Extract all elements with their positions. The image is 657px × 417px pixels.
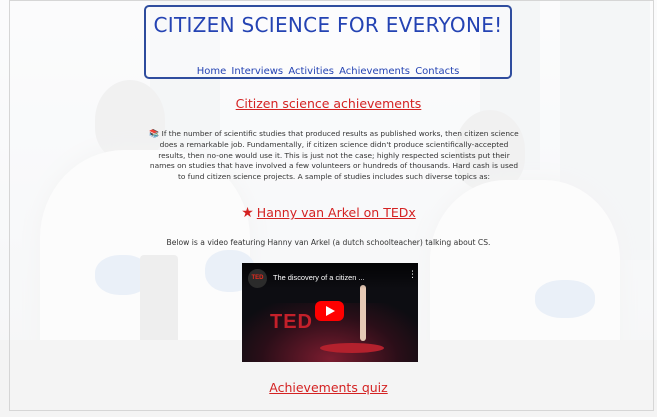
- video-caption: Below is a video featuring Hanny van Ark…: [166, 238, 491, 247]
- intro-text: If the number of scientific studies that…: [149, 129, 519, 182]
- more-options-icon[interactable]: ⋮: [408, 271, 417, 280]
- nav-contacts[interactable]: Contacts: [415, 66, 459, 77]
- ted-stage-sign: TED: [270, 311, 313, 333]
- video-title[interactable]: The discovery of a citizen ...: [273, 273, 365, 282]
- play-button-icon[interactable]: [315, 301, 344, 321]
- ted-heading[interactable]: ★ Hanny van Arkel on TEDx: [0, 205, 657, 221]
- speaker-figure: [360, 285, 366, 341]
- main-nav: Home Interviews Activities Achievements …: [146, 66, 510, 77]
- quiz-heading[interactable]: Achievements quiz: [0, 380, 657, 395]
- nav-interviews[interactable]: Interviews: [231, 66, 283, 77]
- intro-paragraph: 📚 If the number of scientific studies th…: [148, 129, 520, 183]
- video-player[interactable]: TED TED The discovery of a citizen ... ⋮: [242, 263, 418, 362]
- nav-achievements[interactable]: Achievements: [339, 66, 410, 77]
- site-title: CITIZEN SCIENCE FOR EVERYONE!: [153, 13, 503, 37]
- star-icon: ★: [241, 205, 254, 221]
- stage-circle: [320, 343, 384, 353]
- nav-home[interactable]: Home: [197, 66, 227, 77]
- books-icon: 📚: [149, 129, 160, 138]
- achievements-heading[interactable]: Citizen science achievements: [0, 96, 657, 111]
- ted-heading-label: Hanny van Arkel on TEDx: [256, 205, 416, 220]
- nav-activities[interactable]: Activities: [288, 66, 334, 77]
- channel-logo[interactable]: TED: [248, 269, 267, 288]
- site-header: CITIZEN SCIENCE FOR EVERYONE! Home Inter…: [144, 5, 512, 79]
